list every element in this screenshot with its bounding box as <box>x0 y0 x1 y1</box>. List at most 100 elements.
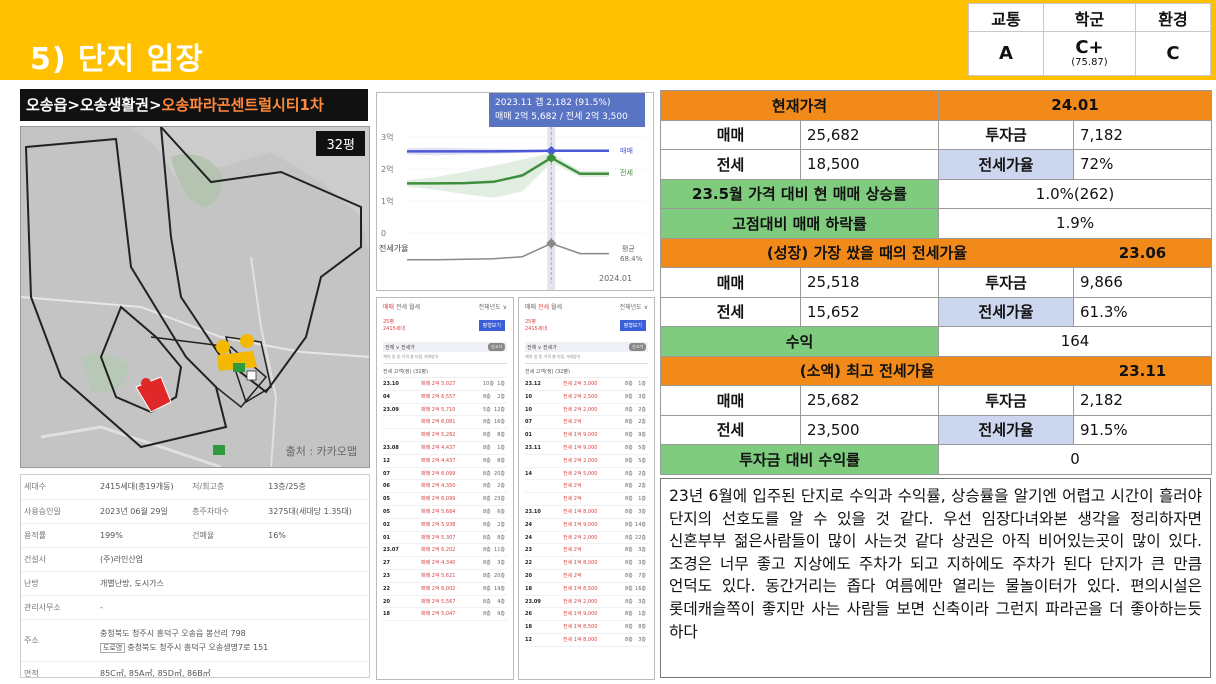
tab-sale[interactable]: 매매 <box>383 304 394 311</box>
info-value-2: 3275대(세대당 1.35대) <box>265 499 369 524</box>
tx-floor: 3층 <box>638 508 646 515</box>
tx-price: 전세 1억 8,000 <box>563 508 598 515</box>
table-row[interactable]: 매매 2억 5,282 8층 8층 <box>383 429 507 442</box>
table-row[interactable]: 20 전세 2억 8층 7층 <box>525 570 648 583</box>
tx-floor: 3층 <box>638 393 646 400</box>
grade-traffic: A <box>968 31 1044 76</box>
chart-tooltip: 2023.11 갭 2,182 (91.5%) 매매 2억 5,682 / 전세… <box>489 93 645 127</box>
tx-area: 8층 <box>483 393 491 400</box>
tx-date: 20 <box>525 572 532 579</box>
table-row[interactable]: 12 전세 1억 8,000 8층 3층 <box>525 634 648 647</box>
tx-floor: 3층 <box>638 560 646 567</box>
record-high-pill[interactable]: 신고가 <box>628 343 646 351</box>
table-row[interactable]: 01 전세 1억 9,000 8층 9층 <box>525 429 648 442</box>
pyeong-view-button[interactable]: 평형보기 <box>478 320 505 331</box>
tx-area: 10층 <box>483 381 494 387</box>
tab-wolse[interactable]: 월세 <box>409 304 420 311</box>
table-row[interactable]: 22 전세 1억 8,000 8층 3층 <box>525 557 648 570</box>
table-row[interactable]: 23 전세 2억 8층 3층 <box>525 544 648 558</box>
table-row[interactable]: 23.12 전세 2억 3,000 8층 1층 <box>525 378 648 391</box>
tx-area: 8층 <box>625 521 633 528</box>
growth-jeonse-value: 15,652 <box>799 296 940 327</box>
tx-area: 8층 <box>625 508 633 515</box>
table-row[interactable]: 18 전세 1억 8,500 8층 8층 <box>525 621 648 634</box>
tx-area: 8층 <box>625 624 633 631</box>
table-row[interactable]: 04 매매 2억 6,557 8층 2층 <box>383 391 507 404</box>
table-row[interactable]: 23.10 매매 2억 5,027 10층 1층 <box>383 378 507 391</box>
tx-price: 매매 2억 6,081 <box>421 419 456 426</box>
table-row[interactable]: 12 매매 2억 4,437 8층 8층 <box>383 455 507 468</box>
complex-info-panel: 세대수 2415세대(총19개동) 저/최고층 13층/25층 사용승인일 20… <box>20 474 370 684</box>
tooltip-line-1: 2023.11 갭 2,182 (91.5%) <box>495 98 611 108</box>
y-tick-label: 3억 <box>381 132 393 142</box>
table-row[interactable]: 24 전세 1억 9,000 8층 14층 <box>525 519 648 532</box>
table-row[interactable]: 07 매매 2억 6,099 8층 20층 <box>383 468 507 481</box>
small-header-row: (소액) 최고 전세가율 23.11 <box>659 355 1213 386</box>
table-row[interactable]: 23.11 전세 1억 9,000 8층 5층 <box>525 442 648 455</box>
table-row[interactable]: 전세 2억 8층 2층 <box>525 480 648 494</box>
tx-filter-bar[interactable]: 전체 ∨ 전세가 신고가 <box>525 342 648 352</box>
table-row[interactable]: 10 전세 2억 2,500 8층 3층 <box>525 391 648 404</box>
table-row[interactable]: 23.10 전세 1억 8,000 8층 3층 <box>525 506 648 519</box>
year-filter[interactable]: 전체년도 ∨ <box>620 302 648 311</box>
table-row[interactable]: 18 전세 1억 8,500 8층 16층 <box>525 583 648 596</box>
tx-date: 06 <box>383 483 390 490</box>
table-row[interactable]: 18 매매 2억 5,047 8층 9층 <box>383 608 507 622</box>
table-row[interactable]: 07 전세 2억 8층 2층 <box>525 416 648 430</box>
table-row[interactable]: 23.07 매매 2억 6,202 8층 11층 <box>383 544 507 558</box>
tab-jeonse[interactable]: 전세 <box>538 304 549 311</box>
tab-jeonse[interactable]: 전세 <box>396 304 407 311</box>
record-high-pill[interactable]: 신고가 <box>487 343 505 351</box>
table-row[interactable]: 전세 2억 2,000 8층 5층 <box>525 455 648 468</box>
sale-transaction-list[interactable]: 매매 전세 월세 전체년도 ∨ 25평 2415세대 평형보기 전체 ∨ 전세가… <box>376 297 514 680</box>
info-row: 난방 개별난방, 도시가스 <box>21 571 369 596</box>
y-tick-label: 1억 <box>381 196 393 206</box>
table-row[interactable]: 전세 2억 8층 1층 <box>525 493 648 506</box>
table-row[interactable]: 23 매매 2억 5,621 8층 20층 <box>383 570 507 583</box>
tx-area: 8층 <box>483 419 491 426</box>
pyeong-view-button[interactable]: 평형보기 <box>619 320 646 331</box>
tx-date: 02 <box>383 521 390 528</box>
map-canvas <box>21 127 369 467</box>
tx-area: 8층 <box>625 483 633 490</box>
tab-wolse[interactable]: 월세 <box>551 304 562 311</box>
tx-floor: 11층 <box>494 547 505 554</box>
table-row[interactable]: 23.09 전세 2억 2,000 8층 3층 <box>525 596 648 609</box>
small-sale-row: 매매 25,682 투자금 2,182 <box>660 385 1213 416</box>
table-row[interactable]: 매매 2억 6,081 8층 16층 <box>383 416 507 430</box>
jeonse-transaction-list[interactable]: 매매 전세 월세 전체년도 ∨ 25평 2415세대 평형보기 전체 ∨ 전세가… <box>518 297 655 680</box>
profit-row: 수익 164 <box>659 326 1213 357</box>
year-filter[interactable]: 전체년도 ∨ <box>479 302 507 311</box>
location-map[interactable]: 32평 출처 : 카카오맵 <box>20 126 370 468</box>
table-row[interactable]: 23.08 매매 2억 4,437 8층 1층 <box>383 442 507 455</box>
tx-floor: 20층 <box>494 470 505 477</box>
table-row[interactable]: 05 매매 2억 6,099 8층 23층 <box>383 493 507 506</box>
growth-ratio-value: 61.3% <box>1073 296 1213 327</box>
table-row[interactable]: 01 매매 2억 5,307 8층 8층 <box>383 532 507 545</box>
table-row[interactable]: 23.09 매매 2억 5,710 5층 12층 <box>383 404 507 417</box>
tx-floor: 3층 <box>638 598 646 605</box>
table-row[interactable]: 26 전세 1억 9,000 8층 1층 <box>525 608 648 622</box>
info-label-2: 건폐율 <box>189 523 266 548</box>
sale-series-line <box>407 149 609 153</box>
table-row[interactable]: 02 매매 2억 5,938 8층 2층 <box>383 519 507 532</box>
table-row[interactable]: 05 매매 2억 5,684 8층 6층 <box>383 506 507 519</box>
tx-price: 전세 1억 9,000 <box>563 611 598 618</box>
tx-price: 매매 2억 5,027 <box>421 381 456 387</box>
tx-floor: 8층 <box>497 432 505 439</box>
table-row[interactable]: 10 전세 2억 2,000 8층 2층 <box>525 404 648 417</box>
tab-sale[interactable]: 매매 <box>525 304 536 311</box>
table-row[interactable]: 22 매매 2억 6,002 8층 19층 <box>383 583 507 596</box>
tx-filter-bar[interactable]: 전체 ∨ 전세가 신고가 <box>383 342 507 352</box>
table-row[interactable]: 24 전세 2억 2,000 8층 22층 <box>525 532 648 545</box>
tx-price: 매매 2억 6,099 <box>421 470 456 477</box>
table-row[interactable]: 14 전세 2억 5,000 8층 2층 <box>525 468 648 481</box>
info-row: 건설사 (주)라인산업 <box>21 547 369 572</box>
tx-rows: 23.12 전세 2억 3,000 8층 1층 10 전세 2억 2,500 8층 3층 10 전… <box>519 378 654 647</box>
breadcrumb-complex: 오송파라곤센트럴시티1차 <box>161 96 324 114</box>
tx-price: 전세 2억 3,000 <box>563 381 598 387</box>
table-row[interactable]: 20 매매 2억 5,567 8층 4층 <box>383 596 507 609</box>
table-row[interactable]: 27 매매 2억 4,340 8층 3층 <box>383 557 507 570</box>
table-row[interactable]: 06 매매 2억 4,350 8층 2층 <box>383 480 507 494</box>
tx-area: 8층 <box>625 406 633 413</box>
